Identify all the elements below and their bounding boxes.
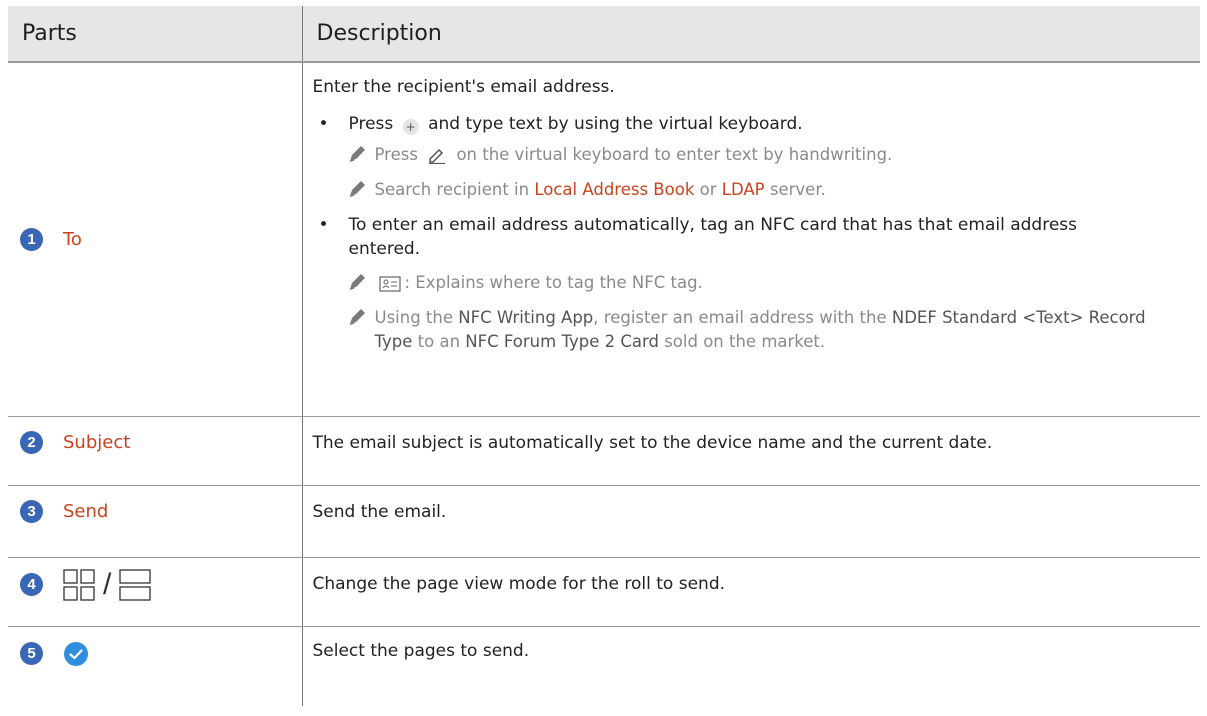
pen-note-icon xyxy=(349,146,365,162)
number-badge: 3 xyxy=(20,499,43,523)
description-text: The email subject is automatically set t… xyxy=(312,432,993,453)
part-cell: 2 Subject xyxy=(8,416,302,486)
table-header-row: Parts Description xyxy=(8,6,1200,63)
description-cell: Enter the recipient's email address. Pre… xyxy=(301,62,1201,417)
note-item: : Explains where to tag the NFC tag. xyxy=(313,271,1201,295)
note-item: Search recipient in Local Address Book o… xyxy=(313,178,1201,202)
part-cell: 1 To xyxy=(8,62,302,417)
pen-note-icon xyxy=(349,274,365,290)
header-parts: Parts xyxy=(8,6,302,63)
icon-separator: / xyxy=(103,567,112,601)
header-description: Description xyxy=(301,6,1200,63)
pen-note-icon xyxy=(349,181,365,197)
number-badge: 4 xyxy=(20,573,43,596)
part-cell: 5 xyxy=(8,626,302,706)
note-item: Using the NFC Writing App, register an e… xyxy=(313,306,1201,354)
parts-table: Parts Description 1 To Enter the recipien… xyxy=(8,6,1200,706)
description-cell: Select the pages to send. xyxy=(301,626,1200,706)
nfc-card-icon xyxy=(378,276,401,292)
description-intro: Enter the recipient's email address. xyxy=(312,77,615,97)
number-badge: 5 xyxy=(20,642,43,665)
description-text: Change the page view mode for the roll t… xyxy=(312,573,726,594)
check-circle-icon xyxy=(64,641,88,666)
bullet-item: To enter an email address automatically,… xyxy=(313,213,1201,261)
part-cell: 3 Send xyxy=(8,485,302,558)
list-view-icon xyxy=(119,568,151,601)
part-name: To xyxy=(63,228,82,250)
table-row: 3 Send Send the email. xyxy=(8,485,1200,558)
pen-note-icon xyxy=(349,309,365,325)
description-text: Select the pages to send. xyxy=(312,640,530,661)
number-badge: 1 xyxy=(20,227,43,251)
table-row: 2 Subject The email subject is automatica… xyxy=(8,416,1200,486)
description-cell: The email subject is automatically set t… xyxy=(301,416,1200,486)
description-cell: Send the email. xyxy=(301,485,1200,558)
part-name: Subject xyxy=(63,431,131,453)
number-badge: 2 xyxy=(20,430,43,454)
note-item: Press on the virtual keyboard to enter t… xyxy=(313,143,1201,167)
document-page: Parts Description 1 To Enter the recipien… xyxy=(0,0,1207,716)
table-row: 5 Select the pages to send. xyxy=(8,626,1200,706)
handwriting-icon xyxy=(429,148,446,165)
table-row: 1 To Enter the recipient's email address.… xyxy=(8,62,1201,417)
description-cell: Change the page view mode for the roll t… xyxy=(301,557,1200,627)
part-cell: 4/ xyxy=(8,557,302,627)
part-name: Send xyxy=(63,500,109,522)
bullet-item: Press + and type text by using the virtu… xyxy=(313,112,1201,136)
plus-icon: + xyxy=(402,119,419,135)
grid-view-icon xyxy=(63,568,95,601)
table-row: 4/ Change the page view mode for the rol… xyxy=(8,557,1200,627)
description-text: Send the email. xyxy=(312,501,447,522)
